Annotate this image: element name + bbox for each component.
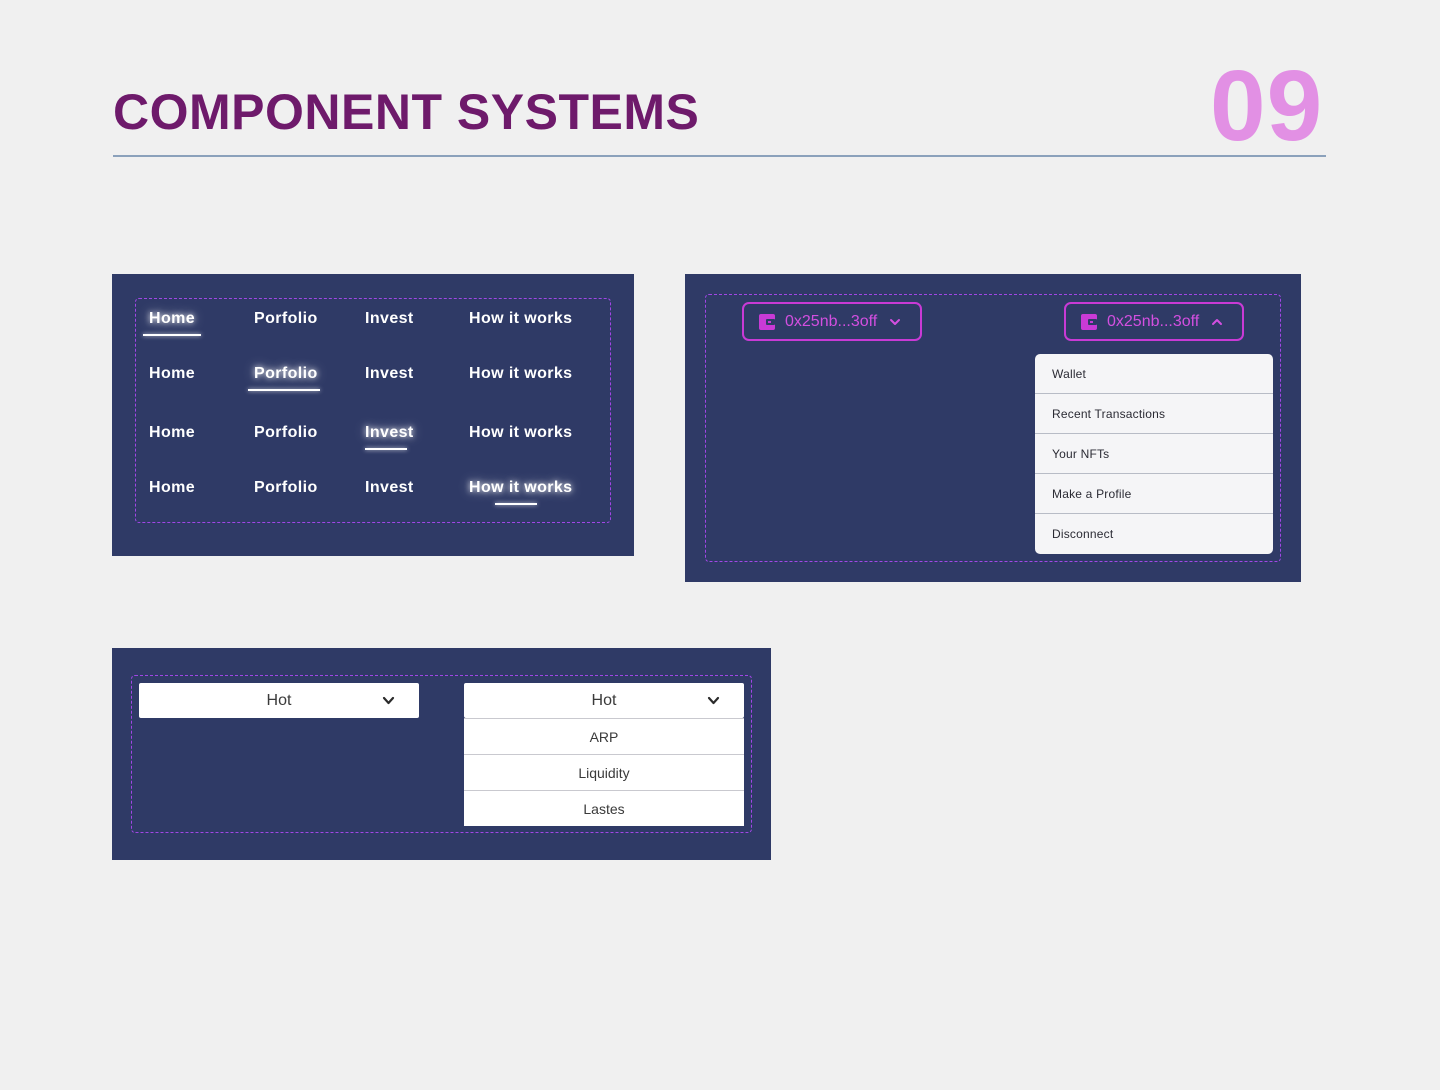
- menu-item-your-nfts[interactable]: Your NFTs: [1035, 434, 1273, 474]
- sort-options-list: ARP Liquidity Lastes: [464, 718, 744, 826]
- wallet-address: 0x25nb...3off: [785, 312, 878, 330]
- nav-invest-link[interactable]: Invest: [365, 476, 414, 500]
- wallet-icon: [759, 313, 775, 330]
- wallet-address-button-collapsed[interactable]: 0x25nb...3off: [742, 302, 922, 341]
- nav-home-link[interactable]: Home: [143, 307, 201, 336]
- nav-bar-state-2: Home Porfolio Invest How it works: [112, 362, 634, 392]
- nav-porfolio-link[interactable]: Porfolio: [254, 421, 318, 445]
- nav-porfolio-link[interactable]: Porfolio: [254, 476, 318, 500]
- nav-bar-state-3: Home Porfolio Invest How it works: [112, 421, 634, 451]
- nav-home-link[interactable]: Home: [149, 476, 195, 500]
- wallet-dropdown-menu: Wallet Recent Transactions Your NFTs Mak…: [1035, 354, 1273, 554]
- nav-invest-link[interactable]: Invest: [365, 307, 414, 331]
- page-number: 09: [1210, 50, 1324, 162]
- nav-how-it-works-link[interactable]: How it works: [469, 307, 572, 331]
- option-arp[interactable]: ARP: [464, 718, 744, 754]
- active-underline: [143, 334, 201, 336]
- wallet-address: 0x25nb...3off: [1107, 312, 1200, 330]
- nav-invest-link[interactable]: Invest: [365, 421, 414, 450]
- active-underline: [495, 503, 537, 505]
- select-value: Hot: [266, 691, 292, 709]
- menu-item-disconnect[interactable]: Disconnect: [1035, 514, 1273, 554]
- option-lastes[interactable]: Lastes: [464, 790, 744, 826]
- menu-item-recent-transactions[interactable]: Recent Transactions: [1035, 394, 1273, 434]
- chevron-down-icon: [707, 696, 720, 705]
- title-divider: [113, 155, 1326, 157]
- sort-select-panel: Hot Hot ARP Liquidity Lastes: [112, 648, 771, 860]
- nav-bar-state-4: Home Porfolio Invest How it works: [112, 476, 634, 506]
- nav-states-panel: Home Porfolio Invest How it works Home Porfol…: [112, 274, 634, 556]
- chevron-down-icon: [890, 318, 901, 325]
- wallet-address-button-expanded[interactable]: 0x25nb...3off: [1064, 302, 1244, 341]
- nav-home-link[interactable]: Home: [149, 421, 195, 445]
- menu-item-make-profile[interactable]: Make a Profile: [1035, 474, 1273, 514]
- nav-porfolio-link[interactable]: Porfolio: [248, 362, 320, 391]
- chevron-up-icon: [1212, 318, 1223, 325]
- chevron-down-icon: [382, 696, 395, 705]
- nav-how-it-works-link[interactable]: How it works: [469, 421, 572, 445]
- nav-invest-link[interactable]: Invest: [365, 362, 414, 386]
- sort-select-closed[interactable]: Hot: [139, 683, 419, 718]
- nav-how-it-works-link[interactable]: How it works: [469, 362, 572, 386]
- option-liquidity[interactable]: Liquidity: [464, 754, 744, 790]
- active-underline: [248, 389, 320, 391]
- active-underline: [365, 448, 407, 450]
- page-title: COMPONENT SYSTEMS: [113, 84, 700, 140]
- select-value: Hot: [591, 691, 617, 709]
- nav-porfolio-link[interactable]: Porfolio: [254, 307, 318, 331]
- wallet-connect-panel: 0x25nb...3off 0x25nb...3off Wallet Recen…: [685, 274, 1301, 582]
- menu-item-wallet[interactable]: Wallet: [1035, 354, 1273, 394]
- sort-select-open[interactable]: Hot: [464, 683, 744, 718]
- nav-how-it-works-link[interactable]: How it works: [469, 476, 572, 505]
- wallet-icon: [1081, 313, 1097, 330]
- nav-bar-state-1: Home Porfolio Invest How it works: [112, 307, 634, 337]
- nav-home-link[interactable]: Home: [149, 362, 195, 386]
